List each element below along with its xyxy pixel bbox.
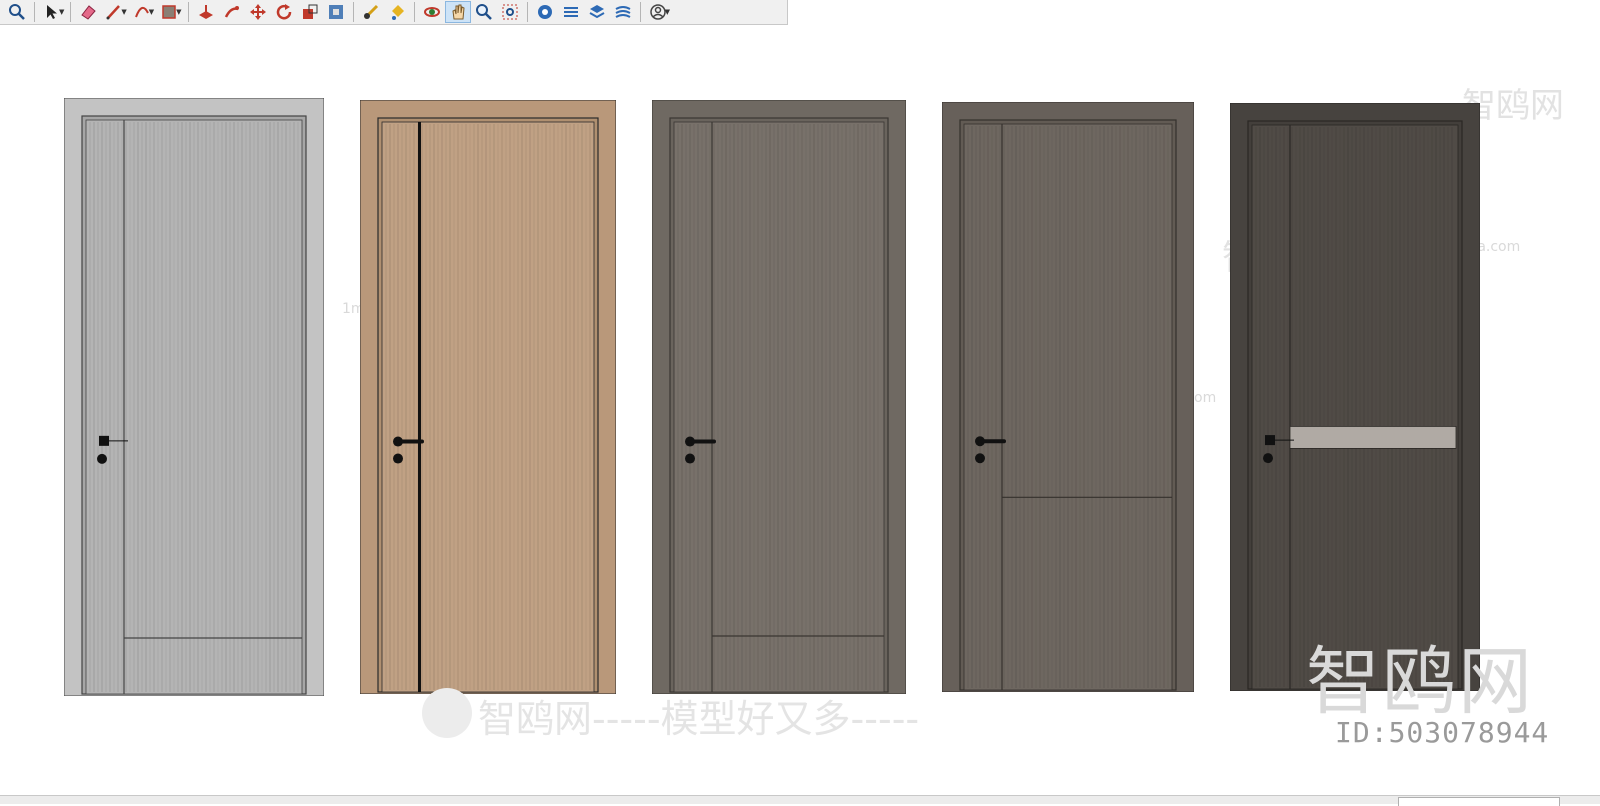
watermark-slogan: 智鸥网-----模型好又多----- bbox=[478, 697, 920, 741]
scale-icon bbox=[302, 4, 318, 19]
door-taupe[interactable] bbox=[942, 102, 1194, 692]
paint-bucket-tool-button[interactable] bbox=[384, 1, 410, 23]
door-light-wood[interactable] bbox=[360, 100, 616, 694]
sandbox-tool-button[interactable] bbox=[610, 1, 636, 23]
toolbar-separator bbox=[413, 2, 415, 22]
offset-tool-button[interactable] bbox=[323, 1, 349, 23]
user-account-icon bbox=[649, 4, 666, 20]
toolbar-separator bbox=[352, 2, 354, 22]
warehouse-icon bbox=[537, 5, 552, 19]
offset-icon bbox=[328, 5, 343, 19]
rectangle-shape-tool-button[interactable] bbox=[156, 1, 182, 23]
pan-hand-tool-button[interactable] bbox=[444, 1, 471, 23]
toolbar-separator bbox=[70, 2, 72, 22]
zoom-window-tool-button[interactable] bbox=[497, 1, 523, 23]
toolbar-separator bbox=[34, 2, 35, 22]
select-arrow-tool-button[interactable] bbox=[39, 1, 65, 23]
door-light-gray[interactable] bbox=[64, 98, 324, 696]
follow-me-tool-button[interactable] bbox=[219, 1, 245, 23]
push-pull-tool-button[interactable] bbox=[193, 1, 219, 23]
eraser-tool-button[interactable] bbox=[75, 1, 101, 23]
pan-hand-icon bbox=[452, 4, 465, 20]
move-tool-button[interactable] bbox=[245, 1, 271, 23]
zoom-extents-tool-button[interactable] bbox=[4, 1, 30, 23]
toolbar-separator bbox=[187, 2, 189, 22]
pencil-line-tool-button[interactable] bbox=[101, 1, 127, 23]
toolbar-separator bbox=[526, 2, 528, 22]
model-viewport[interactable]: 1miba.com 智鸥网 智鸥网 1miba.com 智鸥网 1miba.co… bbox=[0, 26, 1600, 796]
toolbar-separator bbox=[639, 2, 641, 22]
zoom-icon bbox=[475, 4, 492, 20]
watermark-brand-large: 智鸥网 bbox=[1306, 639, 1534, 725]
push-pull-icon bbox=[198, 5, 213, 19]
eraser-icon bbox=[81, 5, 97, 20]
paint-bucket-icon bbox=[391, 5, 404, 20]
rectangle-shape-icon bbox=[162, 5, 176, 19]
layers-tool-button[interactable] bbox=[584, 1, 610, 23]
orbit-icon bbox=[423, 7, 440, 17]
extension-icon bbox=[563, 7, 578, 17]
zoom-window-icon bbox=[502, 4, 518, 20]
warehouse-tool-button[interactable] bbox=[532, 1, 558, 23]
tape-measure-icon bbox=[363, 4, 378, 20]
rotate-icon bbox=[276, 4, 291, 20]
arc-icon bbox=[134, 6, 149, 18]
select-arrow-icon bbox=[47, 5, 57, 19]
orbit-tool-button[interactable] bbox=[419, 1, 445, 23]
sketchup-toolbar: ▼ ▼ ▼ ▼ ▼ bbox=[0, 0, 788, 25]
scale-tool-button[interactable] bbox=[297, 1, 323, 23]
arc-tool-button[interactable] bbox=[129, 1, 155, 23]
watermark-id: ID:503078944 bbox=[1335, 716, 1550, 749]
zoom-tool-button[interactable] bbox=[471, 1, 497, 23]
sandbox-icon bbox=[615, 6, 631, 18]
follow-me-icon bbox=[224, 6, 239, 18]
watermark-logo-mark bbox=[422, 688, 472, 738]
door-dark-charcoal[interactable] bbox=[1230, 103, 1480, 691]
status-bar bbox=[0, 795, 1600, 806]
extension-tool-button[interactable] bbox=[558, 1, 584, 23]
measurements-box[interactable] bbox=[1398, 797, 1560, 806]
layers-icon bbox=[589, 5, 605, 19]
tape-measure-tool-button[interactable] bbox=[358, 1, 384, 23]
move-icon bbox=[249, 4, 266, 20]
rotate-tool-button[interactable] bbox=[271, 1, 297, 23]
zoom-extents-icon bbox=[9, 4, 25, 20]
door-warm-gray[interactable] bbox=[652, 100, 906, 694]
user-account-tool-button[interactable] bbox=[645, 1, 671, 23]
pencil-line-icon bbox=[106, 5, 121, 20]
